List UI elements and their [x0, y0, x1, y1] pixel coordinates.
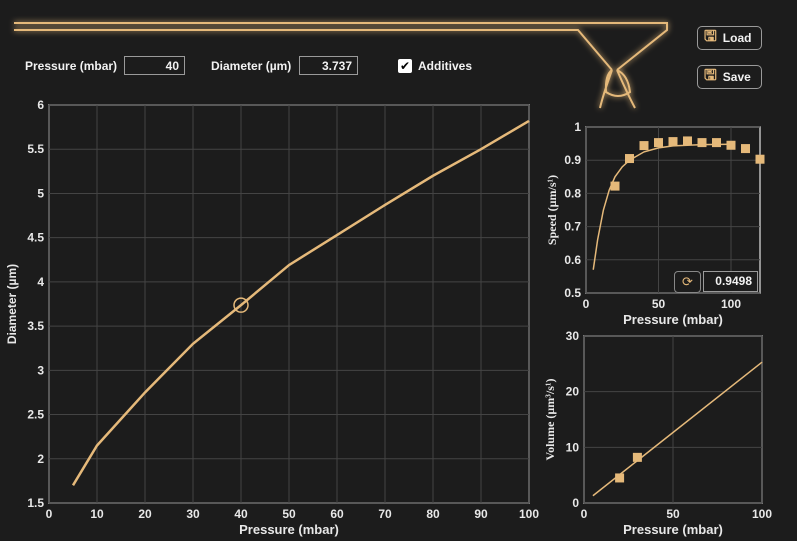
- x-tick-label: 40: [234, 507, 248, 521]
- y-tick-label: 0.6: [564, 253, 581, 267]
- x-tick-label: 30: [186, 507, 200, 521]
- load-label: Load: [722, 31, 752, 45]
- x-tick-label: 0: [583, 297, 590, 311]
- x-tick-label: 100: [519, 507, 539, 521]
- y-tick-label: 20: [566, 385, 580, 399]
- x-tick-label: 60: [330, 507, 344, 521]
- refresh-fit-button[interactable]: ⟳: [674, 271, 701, 293]
- data-point: [726, 140, 736, 150]
- x-axis-label: Pressure (mbar): [623, 522, 723, 537]
- save-button[interactable]: 🖫 Save: [697, 65, 762, 89]
- data-point: [610, 181, 620, 191]
- y-axis-label: Diameter (µm): [5, 264, 19, 344]
- y-tick-label: 1: [574, 120, 581, 134]
- data-point: [632, 452, 642, 462]
- x-tick-label: 90: [474, 507, 488, 521]
- additives-checkbox[interactable]: ✔ Additives: [398, 59, 472, 73]
- y-tick-label: 0.5: [564, 286, 581, 300]
- x-tick-label: 50: [652, 297, 666, 311]
- plot-area: [585, 126, 761, 294]
- data-point: [683, 136, 692, 146]
- data-point: [639, 141, 649, 151]
- diameter-label: Diameter (µm): [211, 59, 292, 73]
- y-axis-label: Speed (µm/s¹): [545, 175, 559, 245]
- y-tick-label: 5.5: [27, 142, 44, 156]
- data-point: [755, 154, 765, 164]
- pressure-input[interactable]: 40: [124, 56, 185, 75]
- y-tick-label: 2: [37, 452, 44, 466]
- y-tick-label: 10: [566, 440, 580, 454]
- x-tick-label: 0: [581, 507, 588, 521]
- x-tick-label: 10: [90, 507, 104, 521]
- load-button[interactable]: 🖫 Load: [697, 26, 762, 50]
- x-tick-label: 100: [752, 507, 772, 521]
- additives-label: Additives: [418, 59, 473, 73]
- x-tick-label: 20: [138, 507, 152, 521]
- y-tick-label: 1.5: [27, 496, 44, 510]
- y-tick-label: 3.5: [27, 319, 44, 333]
- y-tick-label: 0.9: [564, 153, 581, 167]
- y-tick-label: 4.5: [27, 231, 44, 245]
- data-point: [712, 138, 721, 148]
- refresh-icon: ⟳: [682, 274, 693, 289]
- y-tick-label: 5: [37, 186, 44, 200]
- floppy-upload-icon: 🖫: [704, 27, 717, 45]
- x-axis-label: Pressure (mbar): [239, 522, 339, 537]
- data-point: [697, 138, 707, 148]
- y-tick-label: 30: [566, 329, 580, 343]
- fit-value-display: 0.9498: [703, 271, 758, 292]
- diameter-input[interactable]: 3.737: [299, 56, 358, 75]
- y-tick-label: 0.7: [564, 220, 581, 234]
- x-tick-label: 50: [666, 507, 680, 521]
- y-tick-label: 2.5: [27, 408, 44, 422]
- x-axis-label: Pressure (mbar): [623, 312, 723, 327]
- y-axis-label: Volume (µm³/s¹): [543, 379, 557, 461]
- data-point: [654, 138, 663, 148]
- y-tick-label: 6: [37, 98, 44, 112]
- x-tick-label: 0: [46, 507, 53, 521]
- data-point: [625, 154, 634, 164]
- data-point: [615, 473, 625, 483]
- y-tick-label: 0: [572, 496, 579, 510]
- pressure-label: Pressure (mbar): [25, 59, 118, 73]
- x-tick-label: 70: [378, 507, 392, 521]
- floppy-download-icon: 🖫: [704, 66, 717, 84]
- data-point: [741, 144, 750, 154]
- x-tick-label: 50: [282, 507, 296, 521]
- y-tick-label: 0.8: [564, 186, 581, 200]
- data-point: [668, 137, 678, 147]
- checkmark-icon: ✔: [398, 59, 412, 73]
- y-tick-label: 4: [37, 275, 44, 289]
- x-tick-label: 100: [721, 297, 741, 311]
- y-tick-label: 3: [37, 363, 44, 377]
- save-label: Save: [722, 70, 751, 84]
- x-tick-label: 80: [426, 507, 440, 521]
